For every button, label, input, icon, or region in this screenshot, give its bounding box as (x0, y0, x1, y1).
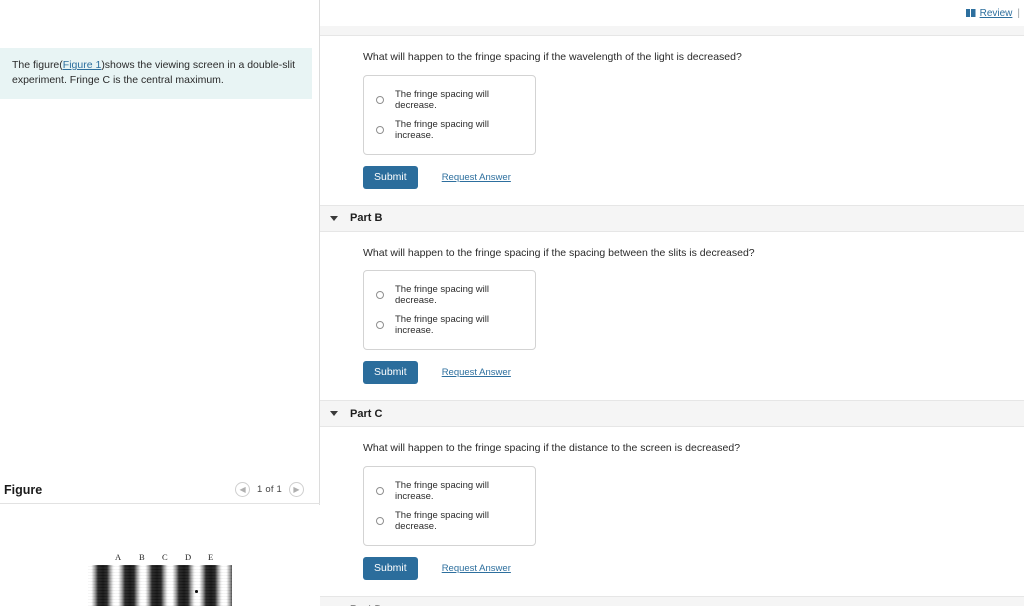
part-b-question: What will happen to the fringe spacing i… (363, 246, 755, 259)
part-b-header[interactable]: Part B (320, 204, 1024, 232)
part-a-header-strip (320, 26, 1024, 36)
fringe-label-c: C (162, 552, 168, 562)
part-b-body: What will happen to the fringe spacing i… (320, 232, 1024, 385)
figure-body: A B C D E (0, 505, 320, 606)
part-c-choice-1-label: The fringe spacing will increase. (395, 480, 489, 503)
part-b-choices: The fringe spacing will decrease. The fr… (363, 270, 536, 351)
part-a-submit-button[interactable]: Submit (363, 165, 418, 189)
part-c-body: What will happen to the fringe spacing i… (320, 427, 1024, 581)
review-link[interactable]: Review (965, 7, 1013, 19)
part-a-body: What will happen to the fringe spacing i… (320, 36, 1024, 189)
double-slit-figure: A B C D E (88, 552, 232, 606)
figure-navigation: ◀ 1 of 1 ▶ (235, 482, 304, 497)
part-a-choice-2[interactable]: The fringe spacing will increase. (364, 115, 535, 145)
fringe-label-b: B (139, 552, 145, 562)
part-b-choice-2-label: The fringe spacing will increase. (395, 314, 489, 337)
part-b-choice-1-label: The fringe spacing will decrease. (395, 284, 489, 307)
part-a-choice-2-label: The fringe spacing will increase. (395, 118, 489, 141)
figure-prev-button[interactable]: ◀ (235, 482, 251, 497)
review-bar: Review | (320, 0, 1024, 26)
figure-counter: 1 of 1 (257, 484, 282, 495)
book-icon (965, 9, 976, 17)
page-root: The figure(Figure 1)shows the viewing sc… (0, 0, 1024, 606)
part-c-label: Part C (350, 407, 383, 420)
chevron-down-icon[interactable] (330, 411, 338, 417)
review-link-label: Review (979, 7, 1013, 19)
part-c-submit-button[interactable]: Submit (363, 557, 418, 581)
figure-panel-title: Figure (4, 482, 43, 497)
interference-pattern-image (88, 565, 232, 606)
problem-statement-box: The figure(Figure 1)shows the viewing sc… (0, 48, 312, 100)
part-c-choice-2[interactable]: The fringe spacing will decrease. (364, 506, 535, 536)
part-b-choice-1[interactable]: The fringe spacing will decrease. (364, 280, 535, 310)
fringe-label-a: A (115, 552, 122, 562)
part-a-question: What will happen to the fringe spacing i… (363, 51, 742, 63)
radio-icon[interactable] (376, 125, 384, 134)
part-a-choices: The fringe spacing will decrease. The fr… (363, 74, 536, 155)
part-a-choice-1[interactable]: The fringe spacing will decrease. (364, 85, 535, 115)
problem-text-before: The figure( (12, 59, 63, 71)
left-panel: The figure(Figure 1)shows the viewing sc… (0, 0, 320, 606)
part-a-choice-1-label: The fringe spacing will decrease. (395, 88, 489, 111)
fringe-labels: A B C D E (91, 552, 232, 565)
part-a-actions: Submit Request Answer (363, 165, 1024, 189)
radio-icon[interactable] (376, 321, 384, 330)
part-b-choice-2[interactable]: The fringe spacing will increase. (364, 310, 535, 340)
dot-marker-icon (195, 590, 198, 593)
part-c-request-answer-link[interactable]: Request Answer (442, 563, 511, 574)
figure-header: Figure ◀ 1 of 1 ▶ (0, 476, 320, 504)
chevron-down-icon[interactable] (330, 215, 338, 221)
part-c-header[interactable]: Part C (320, 400, 1024, 428)
part-b-submit-button[interactable]: Submit (363, 361, 418, 385)
figure-1-link[interactable]: Figure 1 (63, 59, 102, 71)
part-b-request-answer-link[interactable]: Request Answer (442, 367, 511, 378)
part-c-choice-2-label: The fringe spacing will decrease. (395, 510, 489, 533)
figure-next-button[interactable]: ▶ (289, 482, 304, 497)
main-content: Review | What will happen to the fringe … (320, 0, 1024, 606)
part-b-actions: Submit Request Answer (363, 361, 1024, 385)
part-a-request-answer-link[interactable]: Request Answer (442, 172, 511, 183)
radio-icon[interactable] (376, 487, 384, 496)
radio-icon[interactable] (376, 95, 384, 104)
fringe-label-d: D (185, 552, 192, 562)
part-d-header[interactable]: Part D (320, 596, 1024, 606)
radio-icon[interactable] (376, 291, 384, 300)
fringe-label-e: E (208, 552, 214, 562)
part-c-choice-1[interactable]: The fringe spacing will increase. (364, 476, 535, 506)
part-c-question: What will happen to the fringe spacing i… (363, 442, 741, 455)
radio-icon[interactable] (376, 517, 384, 526)
part-c-choices: The fringe spacing will increase. The fr… (363, 466, 536, 547)
header-separator: | (1017, 7, 1020, 19)
part-b-label: Part B (350, 212, 383, 225)
part-c-actions: Submit Request Answer (363, 557, 1024, 581)
